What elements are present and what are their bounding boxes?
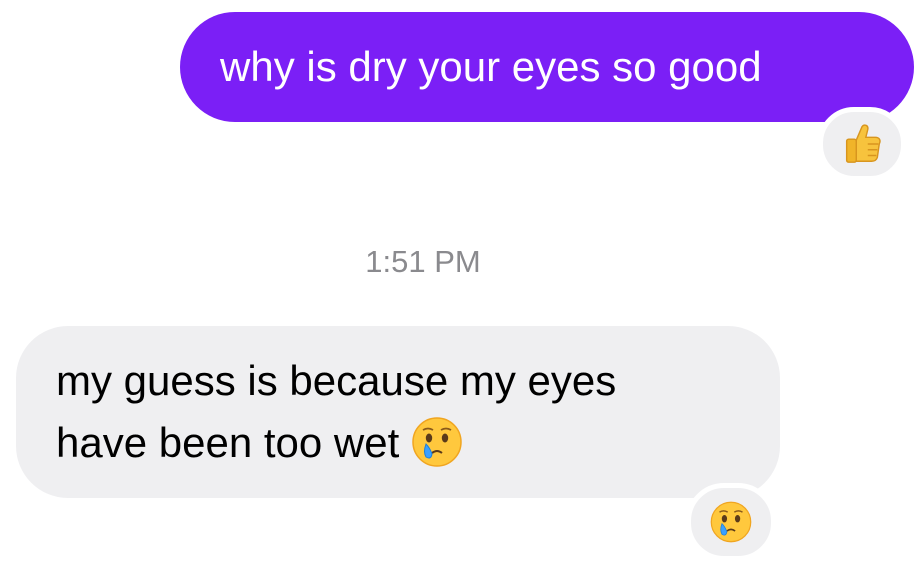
incoming-message-line-2: have been too wet	[56, 412, 750, 474]
thumbs-up-icon	[839, 121, 885, 167]
incoming-message-bubble[interactable]: my guess is because my eyes have been to…	[16, 326, 780, 498]
face-holding-back-tears-icon	[708, 499, 754, 545]
outgoing-message-bubble[interactable]: why is dry your eyes so good	[180, 12, 914, 122]
face-holding-back-tears-icon	[409, 414, 465, 470]
chat-thread: why is dry your eyes so good 1:51 PM my …	[0, 0, 914, 561]
outgoing-message-text: why is dry your eyes so good	[220, 43, 762, 90]
incoming-message-line-2-text: have been too wet	[56, 419, 400, 466]
outgoing-message-reaction[interactable]	[818, 107, 906, 181]
message-timestamp: 1:51 PM	[365, 244, 481, 279]
incoming-message-line-1: my guess is because my eyes	[56, 357, 617, 404]
incoming-message-reaction[interactable]	[686, 483, 776, 561]
